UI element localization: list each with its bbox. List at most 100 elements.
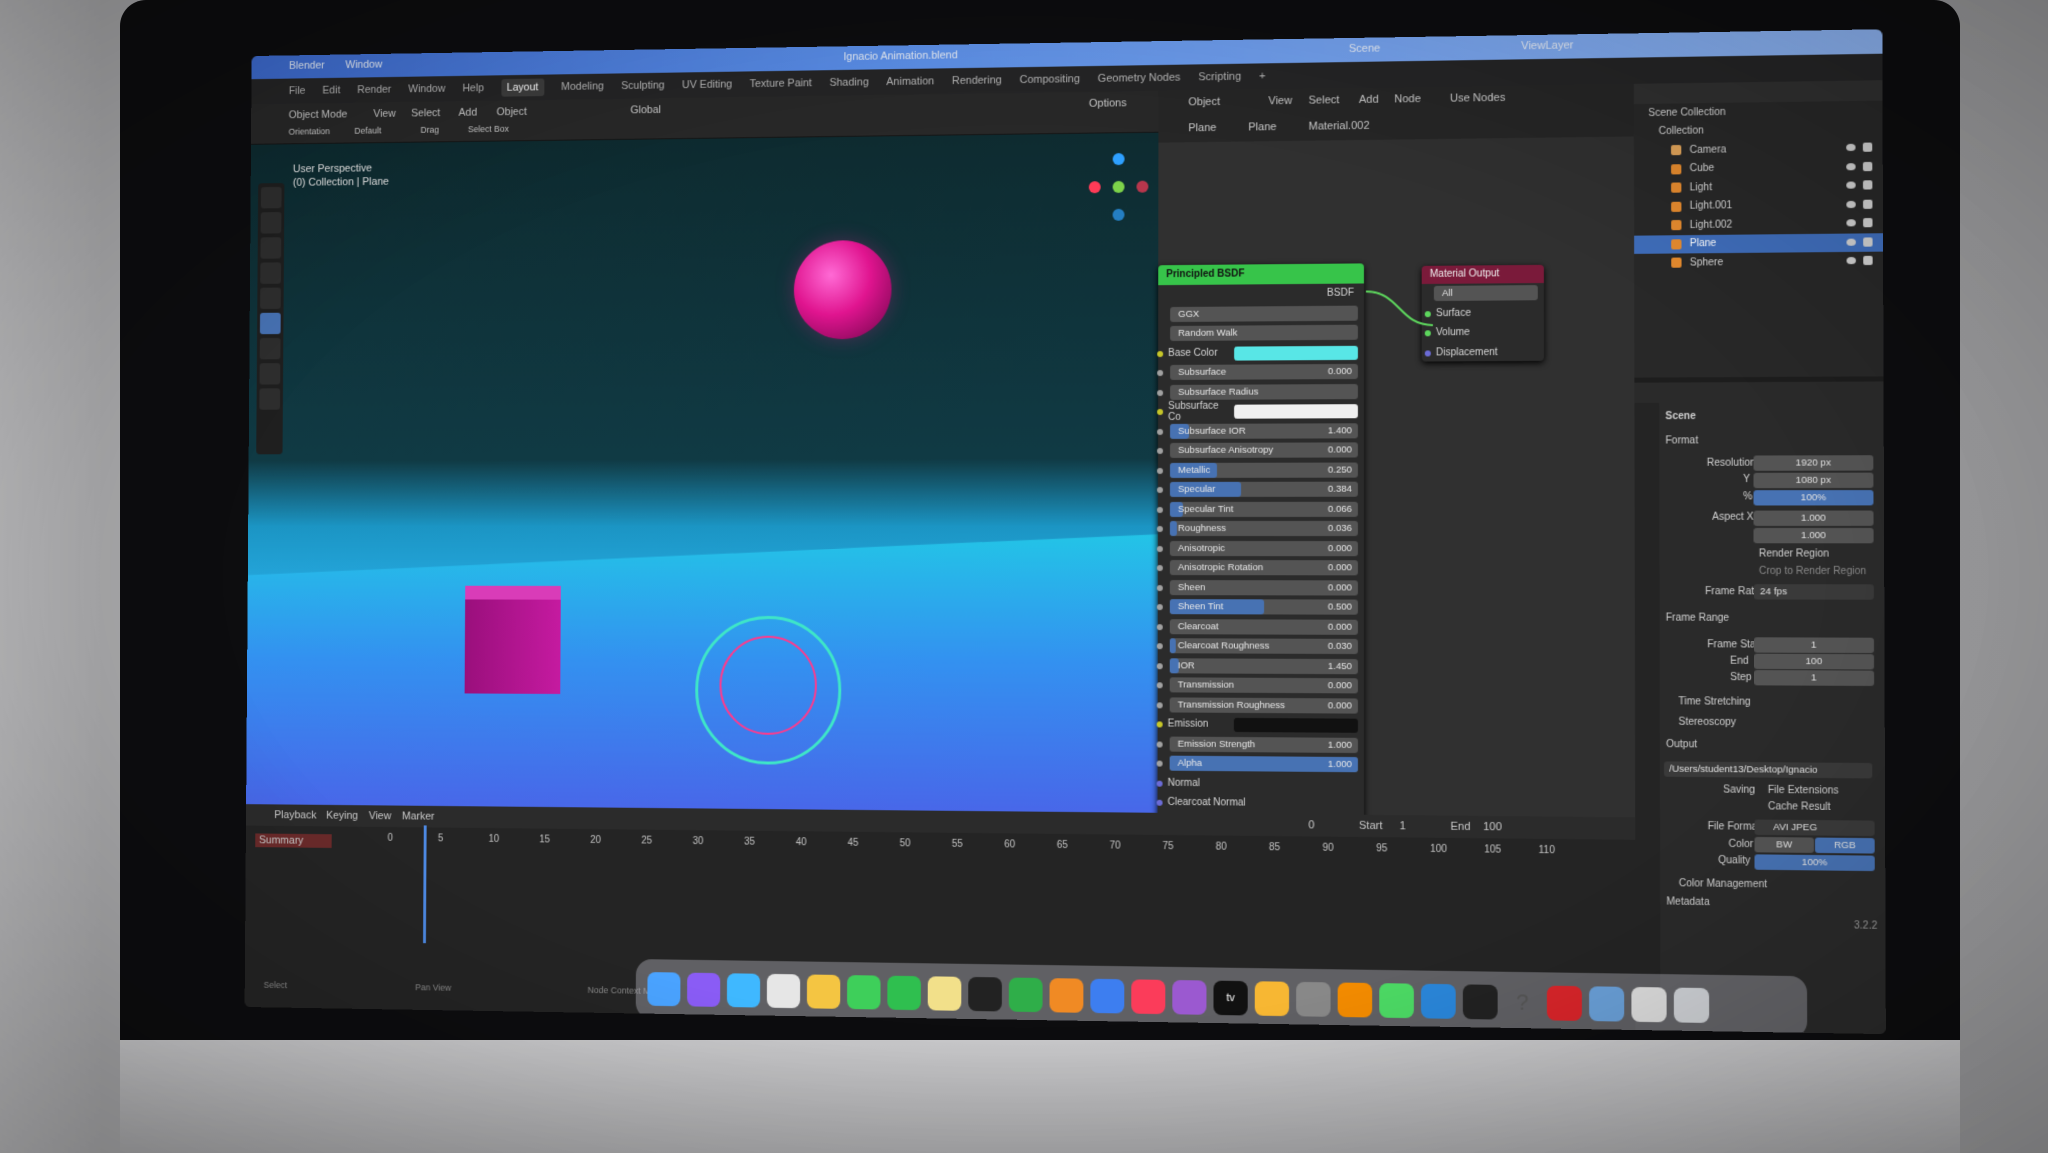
tab-uv-editing[interactable]: UV Editing bbox=[682, 79, 732, 92]
resolution-x-field[interactable]: 1920 px bbox=[1753, 455, 1874, 471]
maps-icon[interactable] bbox=[1379, 983, 1414, 1019]
breadcrumb-mesh[interactable]: Plane bbox=[1248, 121, 1276, 133]
frame-range-panel-header[interactable]: Frame Range bbox=[1666, 613, 1729, 624]
scene-selector[interactable]: Scene bbox=[1349, 43, 1380, 56]
cursor-tool-icon[interactable] bbox=[260, 186, 282, 209]
frame-start-field[interactable]: 1 bbox=[1753, 637, 1875, 654]
tab-geometry-nodes[interactable]: Geometry Nodes bbox=[1098, 72, 1181, 85]
bsdf-input-row[interactable]: Transmission Roughness 0.000 bbox=[1156, 695, 1358, 716]
messages-icon[interactable] bbox=[847, 975, 881, 1010]
node-menu-node[interactable]: Node bbox=[1394, 93, 1421, 105]
photos-icon[interactable] bbox=[806, 974, 841, 1009]
value-slider[interactable]: Subsurface Radius bbox=[1170, 383, 1358, 400]
scale-tool-icon[interactable] bbox=[260, 287, 281, 310]
render-camera-icon[interactable] bbox=[1862, 142, 1873, 152]
rotate-tool-icon[interactable] bbox=[260, 262, 282, 284]
value-slider[interactable]: Anisotropic Rotation 0.000 bbox=[1169, 560, 1358, 576]
menu-render[interactable]: Render bbox=[357, 84, 391, 96]
launchpad-icon[interactable] bbox=[766, 973, 801, 1009]
timeline-menu-playback[interactable]: Playback bbox=[274, 809, 316, 821]
stereoscopy-panel[interactable]: Stereoscopy bbox=[1678, 717, 1736, 729]
file-format-select[interactable]: AVI JPEG bbox=[1754, 819, 1875, 837]
photobooth-icon[interactable] bbox=[1546, 985, 1582, 1021]
displacement-socket[interactable]: Displacement bbox=[1424, 342, 1538, 362]
bsdf-input-row[interactable]: Alpha 1.000 bbox=[1156, 754, 1358, 775]
render-camera-icon[interactable] bbox=[1863, 255, 1873, 266]
frame-rate-select[interactable]: 24 fps bbox=[1753, 584, 1874, 600]
input-socket-icon[interactable] bbox=[1156, 525, 1163, 533]
bsdf-input-row[interactable]: Subsurface Co bbox=[1157, 400, 1358, 423]
add-cube-tool-icon[interactable] bbox=[259, 388, 281, 410]
input-socket-icon[interactable] bbox=[1156, 799, 1163, 806]
breadcrumb-material[interactable]: Material.002 bbox=[1309, 120, 1370, 133]
navigation-gizmo[interactable] bbox=[1088, 153, 1149, 223]
render-camera-icon[interactable] bbox=[1863, 218, 1873, 228]
current-frame-field[interactable]: 0 bbox=[1308, 819, 1314, 831]
podcasts-icon[interactable] bbox=[1172, 979, 1207, 1015]
menu-help[interactable]: Help bbox=[462, 82, 484, 94]
tab-texture-paint[interactable]: Texture Paint bbox=[750, 77, 812, 90]
menu-select[interactable]: Select bbox=[411, 107, 440, 119]
volume-socket[interactable]: Volume bbox=[1424, 322, 1538, 342]
value-slider[interactable]: Sheen Tint 0.500 bbox=[1169, 599, 1358, 615]
menu-edit[interactable]: Edit bbox=[322, 85, 340, 97]
bsdf-input-row[interactable]: Emission bbox=[1156, 714, 1358, 735]
default-orientation[interactable]: Default bbox=[354, 126, 381, 136]
menu-window[interactable]: Window bbox=[408, 83, 445, 95]
render-camera-icon[interactable] bbox=[1862, 180, 1873, 190]
value-slider[interactable]: Alpha 1.000 bbox=[1169, 755, 1358, 773]
bsdf-input-row[interactable]: Specular Tint 0.066 bbox=[1156, 499, 1358, 519]
bsdf-input-row[interactable]: Subsurface Anisotropy 0.000 bbox=[1157, 440, 1358, 460]
distribution-select[interactable]: GGX bbox=[1178, 308, 1199, 319]
frame-step-field[interactable]: 1 bbox=[1754, 670, 1875, 686]
siri-icon[interactable] bbox=[687, 972, 721, 1007]
value-slider[interactable]: Sheen 0.000 bbox=[1169, 579, 1358, 596]
end-frame-field[interactable]: 100 bbox=[1483, 821, 1502, 833]
timeline-menu-marker[interactable]: Marker bbox=[402, 811, 435, 823]
cache-result-checkbox[interactable]: Cache Result bbox=[1768, 801, 1831, 813]
neg-z-axis-icon[interactable] bbox=[1112, 208, 1125, 221]
crop-region-checkbox[interactable]: Crop to Render Region bbox=[1759, 566, 1866, 577]
node-menu-add[interactable]: Add bbox=[1359, 94, 1379, 106]
aspect-y-field[interactable]: 1.000 bbox=[1753, 527, 1874, 544]
help-icon[interactable]: ? bbox=[1505, 985, 1540, 1020]
input-socket-icon[interactable] bbox=[1156, 565, 1163, 572]
bsdf-input-row[interactable]: Subsurface Radius bbox=[1157, 382, 1358, 402]
input-socket-icon[interactable] bbox=[1156, 604, 1163, 611]
bsdf-input-row[interactable]: Clearcoat 0.000 bbox=[1156, 617, 1358, 637]
tab-shading[interactable]: Shading bbox=[829, 76, 868, 88]
visibility-eye-icon[interactable] bbox=[1846, 162, 1856, 170]
app-menu-blender[interactable]: Blender bbox=[289, 60, 325, 72]
tab-sculpting[interactable]: Sculpting bbox=[621, 80, 665, 92]
color-rgb-button[interactable]: RGB bbox=[1814, 837, 1875, 854]
color-swatch[interactable] bbox=[1233, 717, 1358, 733]
material-output-node[interactable]: Material Output All Surface Volume Displ… bbox=[1421, 264, 1545, 362]
rotate-gizmo-inner[interactable] bbox=[719, 635, 818, 736]
render-camera-icon[interactable] bbox=[1863, 236, 1873, 247]
outliner-item-plane[interactable]: Plane bbox=[1634, 232, 1884, 254]
tab-modeling[interactable]: Modeling bbox=[561, 81, 604, 93]
value-slider[interactable]: Metallic 0.250 bbox=[1169, 462, 1358, 478]
input-socket-icon[interactable] bbox=[1156, 740, 1163, 748]
visibility-eye-icon[interactable] bbox=[1846, 238, 1856, 246]
node-menu-select[interactable]: Select bbox=[1309, 94, 1340, 106]
color-swatch[interactable] bbox=[1234, 345, 1358, 361]
value-slider[interactable]: Clearcoat 0.000 bbox=[1169, 618, 1358, 635]
bsdf-input-row[interactable]: Subsurface IOR 1.400 bbox=[1157, 421, 1358, 441]
color-bw-button[interactable]: BW bbox=[1754, 836, 1814, 853]
input-socket-icon[interactable] bbox=[1157, 350, 1164, 357]
menu-add[interactable]: Add bbox=[459, 107, 478, 119]
node-menu-view[interactable]: View bbox=[1268, 95, 1292, 107]
subsurface-method-select[interactable]: Random Walk bbox=[1178, 328, 1237, 339]
timeline-menu-view[interactable]: View bbox=[369, 810, 392, 822]
tab-compositing[interactable]: Compositing bbox=[1020, 73, 1080, 86]
menu-object[interactable]: Object bbox=[497, 106, 527, 118]
app-icon[interactable] bbox=[1420, 983, 1456, 1019]
outliner-item-light-002[interactable]: Light.002 bbox=[1634, 214, 1883, 235]
render-region-checkbox[interactable]: Render Region bbox=[1759, 548, 1829, 559]
material-output-title[interactable]: Material Output bbox=[1421, 264, 1544, 285]
input-socket-icon[interactable] bbox=[1156, 643, 1163, 650]
visibility-eye-icon[interactable] bbox=[1846, 143, 1856, 152]
displacement-socket-icon[interactable] bbox=[1424, 349, 1431, 356]
color-management-panel[interactable]: Color Management bbox=[1679, 878, 1767, 890]
